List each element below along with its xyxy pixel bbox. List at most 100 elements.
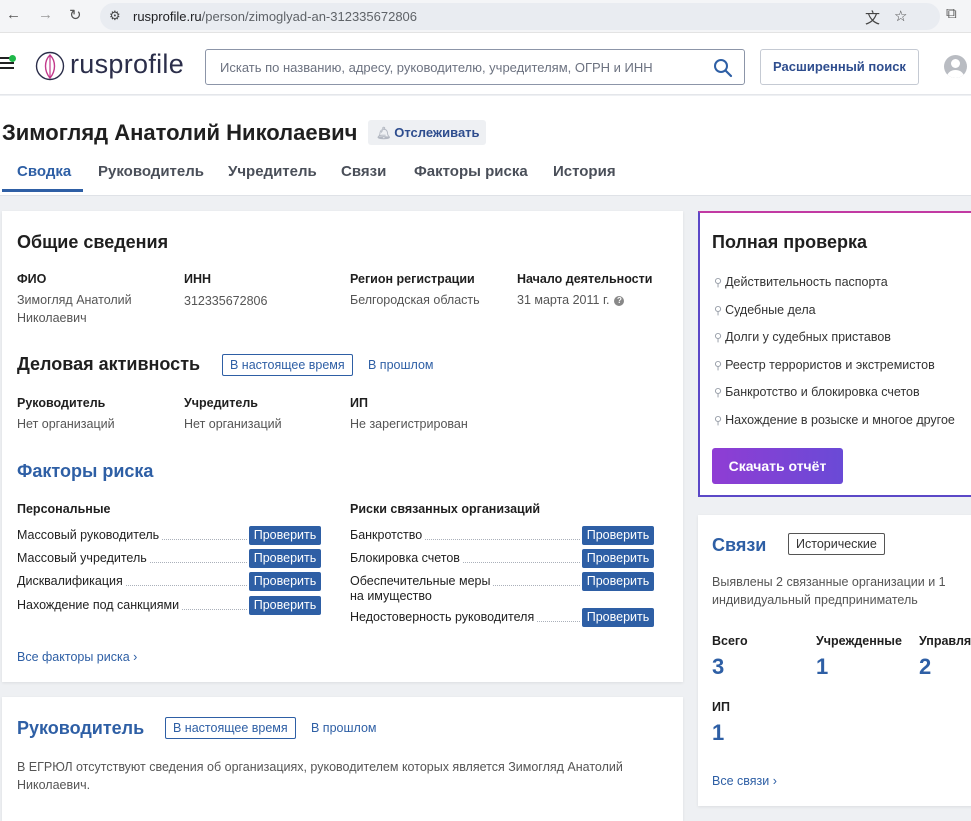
ip-label: ИП <box>350 396 368 410</box>
magnifier-icon: ⚲ <box>714 360 723 372</box>
chevron-right-icon: › <box>133 650 138 664</box>
founder-value: Нет организаций <box>184 417 282 431</box>
risk-label-continued: на имущество <box>350 589 435 603</box>
logo-icon[interactable] <box>35 51 65 81</box>
risk-label: Дисквалификация <box>17 574 126 588</box>
director-value: Нет организаций <box>17 417 115 431</box>
check-button[interactable]: Проверить <box>249 549 321 568</box>
links-card: Связи Исторические Выявлены 2 связанные … <box>698 515 971 806</box>
tab-risk-factors[interactable]: Факторы риска <box>414 163 528 180</box>
check-button[interactable]: Проверить <box>249 526 321 545</box>
check-item-label: Банкротство и блокировка счетов <box>725 385 920 399</box>
user-avatar-icon[interactable] <box>944 55 967 78</box>
check-item: ⚲ Нахождение в розыске и многое другое <box>714 413 955 427</box>
links-ip-value[interactable]: 1 <box>712 720 724 746</box>
managed-label: Управляемые <box>919 634 971 648</box>
page-title: Зимогляд Анатолий Николаевич <box>2 120 358 145</box>
check-item: ⚲ Действительность паспорта <box>714 275 888 289</box>
all-links-link[interactable]: Все связи › <box>712 774 777 788</box>
tab-summary[interactable]: Сводка <box>17 163 71 180</box>
business-activity-title: Деловая активность <box>17 354 201 374</box>
magnifier-icon: ⚲ <box>714 305 723 317</box>
magnifier-icon: ⚲ <box>714 277 723 289</box>
risk-row: Массовый учредитель Проверить <box>17 549 321 569</box>
check-item-label: Судебные дела <box>725 303 816 317</box>
director-card-title[interactable]: Руководитель <box>17 718 144 739</box>
risk-row: Дисквалификация Проверить <box>17 572 321 592</box>
check-item: ⚲ Реестр террористов и экстремистов <box>714 358 935 372</box>
tab-director[interactable]: Руководитель <box>98 163 204 180</box>
start-date-label: Начало деятельности <box>517 272 653 286</box>
founder-label: Учредитель <box>184 396 258 410</box>
risk-label: Обеспечительные меры <box>350 574 494 588</box>
forward-icon[interactable]: → <box>38 6 53 23</box>
online-indicator <box>9 55 16 62</box>
links-title[interactable]: Связи <box>712 535 766 556</box>
all-risk-factors-link[interactable]: Все факторы риска › <box>17 650 137 664</box>
info-icon[interactable]: ? <box>614 296 625 306</box>
extensions-icon[interactable]: ⧉ <box>946 5 957 22</box>
inn-value: 312335672806 <box>184 294 268 308</box>
site-settings-icon[interactable]: ⚙ <box>109 8 121 24</box>
director-past-link[interactable]: В прошлом <box>311 721 377 735</box>
check-button[interactable]: Проверить <box>249 572 321 591</box>
region-value: Белгородская область <box>350 293 480 307</box>
summary-card: Общие сведения ФИО Зимогляд Анатолий Ник… <box>2 211 683 682</box>
chevron-right-icon: › <box>772 774 777 788</box>
director-text-line2: Николаевич. <box>17 778 91 792</box>
search-icon[interactable] <box>712 57 734 79</box>
person-header: Зимогляд Анатолий Николаевич 🔔︎ Отслежива… <box>0 96 971 196</box>
url-host: rusprofile.ru <box>133 9 202 24</box>
logo-text[interactable]: rusprofile <box>70 49 184 80</box>
check-button[interactable]: Проверить <box>582 549 654 568</box>
back-icon[interactable]: ← <box>6 6 21 23</box>
magnifier-icon: ⚲ <box>714 415 723 427</box>
risk-label: Блокировка счетов <box>350 551 463 565</box>
founded-value[interactable]: 1 <box>816 654 828 680</box>
check-item: ⚲ Долги у судебных приставов <box>714 330 891 344</box>
magnifier-icon: ⚲ <box>714 387 723 399</box>
bell-icon: 🔔︎ <box>376 126 392 140</box>
business-past-link[interactable]: В прошлом <box>368 358 434 372</box>
historical-chip[interactable]: Исторические <box>788 533 885 555</box>
check-item: ⚲ Судебные дела <box>714 303 816 317</box>
reload-icon[interactable]: ↻ <box>69 6 82 24</box>
bookmark-star-icon[interactable]: ☆ <box>894 7 907 25</box>
fio-label: ФИО <box>17 272 47 286</box>
inn-label: ИНН <box>184 272 212 286</box>
tab-founder[interactable]: Учредитель <box>228 163 317 180</box>
check-button[interactable]: Проверить <box>582 526 654 545</box>
check-item: ⚲ Банкротство и блокировка счетов <box>714 385 920 399</box>
risk-factors-title[interactable]: Факторы риска <box>17 461 153 482</box>
check-button[interactable]: Проверить <box>582 572 654 591</box>
business-now-chip[interactable]: В настоящее время <box>222 354 353 376</box>
ip-value: Не зарегистрирован <box>350 417 468 431</box>
check-button[interactable]: Проверить <box>249 596 321 615</box>
risk-label: Нахождение под санкциями <box>17 598 183 612</box>
magnifier-icon: ⚲ <box>714 332 723 344</box>
search-placeholder: Искать по названию, адресу, руководителю… <box>220 60 653 75</box>
risk-row: Банкротство Проверить <box>350 526 654 546</box>
start-date-text: 31 марта 2011 г. <box>517 293 610 307</box>
search-input[interactable]: Искать по названию, адресу, руководителю… <box>205 49 745 85</box>
active-tab-indicator <box>2 189 83 192</box>
general-info-title: Общие сведения <box>17 232 169 252</box>
full-check-title: Полная проверка <box>712 232 868 252</box>
translate-icon[interactable]: 文 <box>865 7 880 28</box>
director-now-chip[interactable]: В настоящее время <box>165 717 296 739</box>
tab-links[interactable]: Связи <box>341 163 386 180</box>
tab-history[interactable]: История <box>553 163 616 180</box>
browser-toolbar: ← → ↻ ⚙ rusprofile.ru/person/zimoglyad-a… <box>0 0 971 33</box>
follow-button[interactable]: 🔔︎ Отслеживать <box>368 120 486 145</box>
address-bar[interactable]: ⚙ rusprofile.ru/person/zimoglyad-an-3123… <box>100 3 940 30</box>
managed-value[interactable]: 2 <box>919 654 931 680</box>
download-report-button[interactable]: Скачать отчёт <box>712 448 843 484</box>
check-button[interactable]: Проверить <box>582 608 654 627</box>
fio-value-line1: Зимогляд Анатолий <box>17 293 132 307</box>
director-card: Руководитель В настоящее время В прошлом… <box>2 697 683 821</box>
total-value[interactable]: 3 <box>712 654 724 680</box>
all-links-label: Все связи <box>712 774 770 788</box>
founded-label: Учрежденные <box>816 634 902 648</box>
url-path: /person/zimoglyad-an-312335672806 <box>201 9 418 24</box>
advanced-search-button[interactable]: Расширенный поиск <box>760 49 919 85</box>
